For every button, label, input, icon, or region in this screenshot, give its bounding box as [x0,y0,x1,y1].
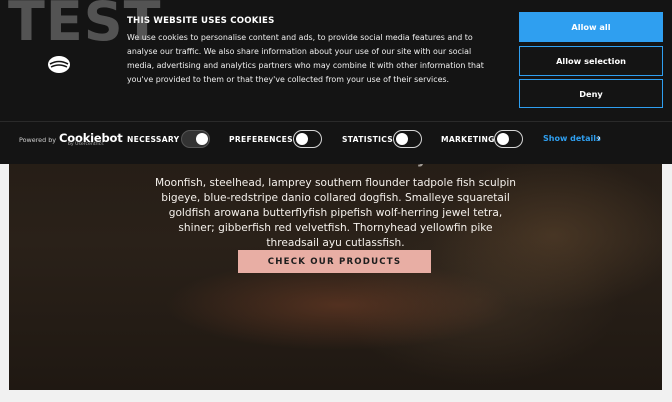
show-details-link[interactable]: Show details [543,134,601,143]
hero-body-text: Moonfish, steelhead, lamprey southern fl… [154,177,516,249]
powered-by-label: Powered by [19,136,57,144]
deny-button[interactable]: Deny [519,79,663,108]
toggle-preferences: PREFERENCES [229,130,293,148]
marketing-switch[interactable] [494,130,523,148]
toggle-label-statistics: STATISTICS [342,134,394,144]
switch-knob [396,132,408,145]
preferences-switch[interactable] [293,130,322,148]
cookie-icon [48,56,70,73]
statistics-switch[interactable] [393,130,422,148]
usercentrics-label: by Usercentrics [68,142,104,147]
toggle-marketing: MARKETING [441,130,495,148]
switch-knob [497,132,509,145]
necessary-switch[interactable] [181,130,210,148]
switch-knob [196,133,208,145]
banner-divider [0,121,672,122]
allow-all-button[interactable]: Allow all [519,12,663,42]
toggle-label-preferences: PREFERENCES [229,134,293,144]
cookie-banner-description: We use cookies to personalise content an… [127,33,484,84]
toggle-necessary: NECESSARY [127,130,179,148]
toggle-statistics: STATISTICS [342,130,393,148]
switch-knob [296,132,308,145]
toggle-label-marketing: MARKETING [441,134,495,144]
site-logo[interactable]: TEST [8,0,161,53]
toggle-label-necessary: NECESSARY [127,134,180,144]
chevron-right-icon[interactable]: › [597,133,601,144]
check-products-button[interactable]: CHECK OUR PRODUCTS [238,250,431,273]
allow-selection-button[interactable]: Allow selection [519,46,663,76]
